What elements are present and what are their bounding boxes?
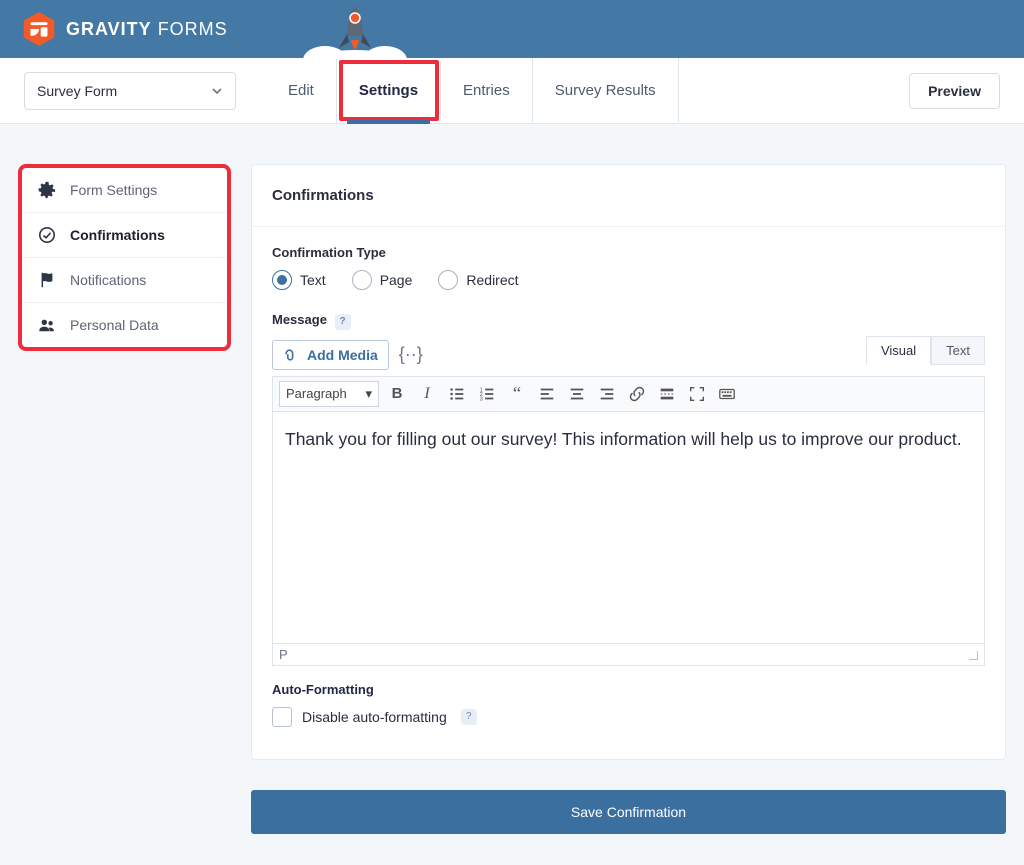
- gravity-logo-icon: [22, 10, 56, 48]
- align-right-button[interactable]: [595, 382, 619, 406]
- italic-button[interactable]: I: [415, 382, 439, 406]
- disable-auto-formatting-text: Disable auto-formatting: [302, 709, 447, 725]
- save-confirmation-button[interactable]: Save Confirmation: [251, 790, 1006, 834]
- sidebar-item-form-settings[interactable]: Form Settings: [22, 168, 227, 213]
- chevron-down-icon: [211, 85, 223, 97]
- message-textarea[interactable]: Thank you for filling out our survey! Th…: [272, 412, 985, 644]
- form-tabs: Edit Settings Entries Survey Results: [266, 58, 679, 123]
- quote-button[interactable]: “: [505, 382, 529, 406]
- merge-tag-button[interactable]: {··}: [399, 344, 423, 365]
- form-dropdown[interactable]: Survey Form: [24, 72, 236, 110]
- editor-toolbar: Paragraph ▾ B I 123 “: [272, 376, 985, 412]
- editor-path: P: [279, 647, 288, 662]
- radio-circle-icon: [272, 270, 292, 290]
- sidebar-item-label: Notifications: [70, 272, 146, 288]
- resize-handle[interactable]: [966, 648, 978, 660]
- confirmations-panel: Confirmations Confirmation Type Text Pag…: [251, 164, 1006, 760]
- editor-status-bar: P: [272, 644, 985, 666]
- svg-text:3: 3: [480, 396, 483, 402]
- paragraph-dropdown[interactable]: Paragraph ▾: [279, 381, 379, 407]
- radio-page[interactable]: Page: [352, 270, 413, 290]
- message-label: Message ?: [272, 312, 985, 330]
- flag-icon: [38, 271, 56, 289]
- tab-entries[interactable]: Entries: [441, 58, 533, 123]
- message-editor: Add Media {··} Visual Text Paragraph ▾: [272, 340, 985, 666]
- keyboard-button[interactable]: [715, 382, 739, 406]
- tab-survey-results[interactable]: Survey Results: [533, 58, 679, 123]
- tab-settings[interactable]: Settings: [337, 58, 441, 123]
- mode-tab-visual[interactable]: Visual: [866, 336, 931, 365]
- disable-auto-formatting-checkbox[interactable]: [272, 707, 292, 727]
- ol-button[interactable]: 123: [475, 382, 499, 406]
- sidebar-item-label: Personal Data: [70, 317, 159, 333]
- readmore-button[interactable]: [655, 382, 679, 406]
- confirmation-type-label: Confirmation Type: [272, 245, 985, 260]
- media-icon: [283, 347, 299, 363]
- auto-formatting-label: Auto-Formatting: [272, 682, 985, 697]
- form-dropdown-label: Survey Form: [37, 83, 117, 99]
- ul-button[interactable]: [445, 382, 469, 406]
- radio-redirect[interactable]: Redirect: [438, 270, 518, 290]
- sidebar-item-notifications[interactable]: Notifications: [22, 258, 227, 303]
- panel-title: Confirmations: [252, 165, 1005, 227]
- link-button[interactable]: [625, 382, 649, 406]
- align-center-button[interactable]: [565, 382, 589, 406]
- help-icon[interactable]: ?: [461, 709, 477, 725]
- brand-logo: GRAVITY FORMS: [0, 10, 228, 48]
- people-icon: [38, 316, 56, 334]
- brand-text: GRAVITY FORMS: [66, 19, 228, 40]
- confirmation-type-radios: Text Page Redirect: [272, 270, 985, 290]
- caret-down-icon: ▾: [365, 386, 372, 402]
- content-area: Form Settings Confirmations Notification…: [0, 124, 1024, 852]
- bold-button[interactable]: B: [385, 382, 409, 406]
- sidebar-item-personal-data[interactable]: Personal Data: [22, 303, 227, 347]
- align-left-button[interactable]: [535, 382, 559, 406]
- mode-tab-text[interactable]: Text: [931, 336, 985, 365]
- fullscreen-button[interactable]: [685, 382, 709, 406]
- disable-auto-formatting-row: Disable auto-formatting ?: [272, 707, 985, 727]
- settings-sidebar: Form Settings Confirmations Notification…: [18, 164, 231, 351]
- editor-mode-tabs: Visual Text: [866, 336, 985, 365]
- radio-circle-icon: [352, 270, 372, 290]
- radio-text[interactable]: Text: [272, 270, 326, 290]
- sidebar-item-label: Form Settings: [70, 182, 157, 198]
- check-circle-icon: [38, 226, 56, 244]
- tab-edit[interactable]: Edit: [266, 58, 337, 123]
- sidebar-item-label: Confirmations: [70, 227, 165, 243]
- top-nav: Survey Form Edit Settings Entries Survey…: [0, 58, 1024, 124]
- app-header: GRAVITY FORMS: [0, 0, 1024, 58]
- gear-icon: [38, 181, 56, 199]
- sidebar-item-confirmations[interactable]: Confirmations: [22, 213, 227, 258]
- add-media-button[interactable]: Add Media: [272, 340, 389, 370]
- help-icon[interactable]: ?: [335, 314, 351, 330]
- preview-button[interactable]: Preview: [909, 73, 1000, 109]
- radio-circle-icon: [438, 270, 458, 290]
